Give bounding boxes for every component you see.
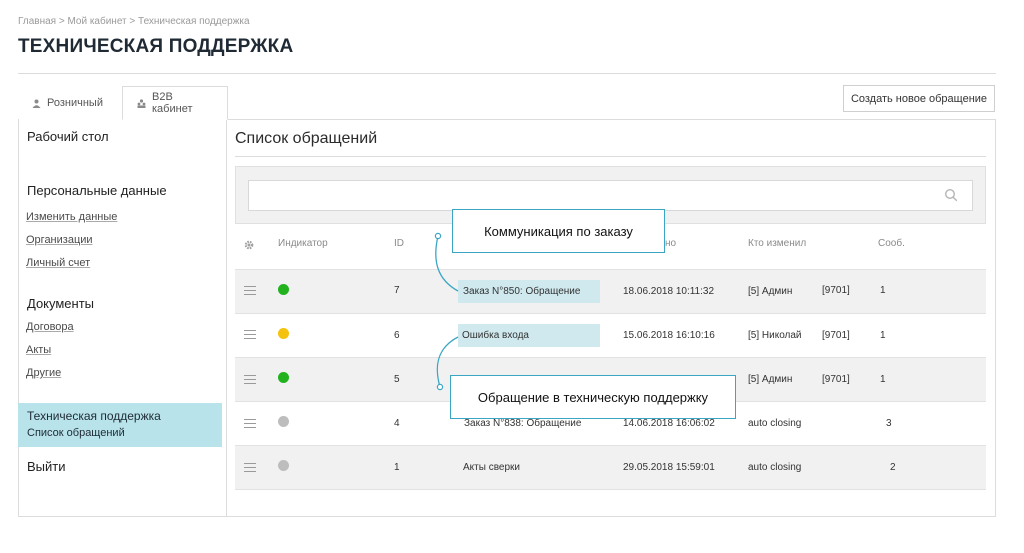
cell-subject[interactable]: Заказ N°850: Обращение — [463, 286, 580, 297]
sidebar-link-edit-data[interactable]: Изменить данные — [26, 211, 117, 223]
cell-date: 15.06.2018 16:10:16 — [623, 330, 715, 341]
table-row[interactable] — [235, 269, 986, 313]
status-indicator-gray — [278, 416, 289, 427]
search-icon[interactable] — [944, 188, 958, 202]
cell-subject[interactable]: Ошибка входа — [462, 330, 529, 341]
divider — [235, 489, 986, 490]
drag-handle-icon[interactable] — [244, 463, 256, 472]
status-indicator-yellow — [278, 328, 289, 339]
create-ticket-button[interactable]: Создать новое обращение — [843, 85, 995, 112]
divider — [235, 357, 986, 358]
drag-handle-icon[interactable] — [244, 330, 256, 339]
sidebar-section-personal: Персональные данные — [27, 183, 167, 198]
drag-handle-icon[interactable] — [244, 286, 256, 295]
cell-subject[interactable]: Заказ N°838: Обращение — [464, 418, 581, 429]
cell-date: 18.06.2018 10:11:32 — [623, 286, 715, 297]
cell-date: 14.06.2018 16:06:02 — [623, 418, 715, 429]
callout-support-request: Обращение в техническую поддержку — [450, 375, 736, 419]
gear-icon[interactable] — [243, 238, 255, 250]
drag-handle-icon[interactable] — [244, 419, 256, 428]
cell-who: auto closing — [748, 418, 802, 429]
sidebar-link-acts[interactable]: Акты — [26, 344, 51, 356]
drag-handle-icon[interactable] — [244, 375, 256, 384]
status-indicator-gray — [278, 460, 289, 471]
cell-id: 5 — [394, 374, 400, 385]
divider — [228, 119, 996, 120]
table-row[interactable] — [235, 445, 986, 489]
divider — [235, 269, 986, 270]
cell-who: [5] Николай — [748, 330, 802, 341]
cell-who: [5] Админ — [748, 286, 793, 297]
sidebar-item-support-label: Техническая поддержка — [27, 409, 161, 423]
cell-count: 1 — [880, 330, 886, 341]
divider — [235, 156, 986, 157]
callout-order-communication: Коммуникация по заказу — [452, 209, 665, 253]
sidebar-item-logout[interactable]: Выйти — [27, 459, 66, 474]
sidebar-link-contracts[interactable]: Договора — [26, 321, 74, 333]
cell-count: 2 — [890, 462, 896, 473]
page-title: ТЕХНИЧЕСКАЯ ПОДДЕРЖКА — [18, 36, 294, 57]
sidebar-item-desktop[interactable]: Рабочий стол — [27, 129, 109, 144]
cell-date: 29.05.2018 15:59:01 — [623, 462, 715, 473]
column-header-messages[interactable]: Сооб. — [878, 238, 905, 249]
column-header-changed[interactable]: но — [665, 238, 676, 249]
tab-label: B2B кабинет — [152, 91, 193, 115]
cell-who: [5] Админ — [748, 374, 793, 385]
cell-count: 3 — [886, 418, 892, 429]
sidebar-item-ticket-list[interactable]: Список обращений — [27, 427, 125, 439]
group-icon — [137, 98, 146, 108]
cell-id: 7 — [394, 285, 400, 296]
column-header-id[interactable]: ID — [394, 238, 404, 249]
cell-subject[interactable]: Акты сверки — [463, 462, 520, 473]
divider — [18, 73, 996, 74]
person-icon — [32, 99, 41, 108]
divider — [235, 445, 986, 446]
list-title: Список обращений — [235, 130, 378, 147]
cell-count: 1 — [880, 285, 886, 296]
divider — [235, 313, 986, 314]
tab-b2b[interactable]: B2B кабинет — [122, 86, 228, 120]
table-row[interactable] — [235, 313, 986, 357]
cell-code: [9701] — [822, 330, 850, 341]
cell-who: auto closing — [748, 462, 802, 473]
sidebar-link-account[interactable]: Личный счет — [26, 257, 90, 269]
sidebar-link-other[interactable]: Другие — [26, 367, 61, 379]
tab-retail[interactable]: Розничный — [18, 86, 122, 120]
column-header-who-changed[interactable]: Кто изменил — [748, 238, 806, 249]
cell-id: 6 — [394, 330, 400, 341]
status-indicator-green — [278, 284, 289, 295]
column-header-indicator[interactable]: Индикатор — [278, 238, 328, 249]
cell-count: 1 — [880, 374, 886, 385]
cell-id: 1 — [394, 462, 400, 473]
sidebar-link-organizations[interactable]: Организации — [26, 234, 93, 246]
active-arrow — [210, 403, 222, 447]
tab-label: Розничный — [47, 97, 103, 109]
divider — [226, 119, 227, 517]
cell-id: 4 — [394, 418, 400, 429]
cell-code: [9701] — [822, 285, 850, 296]
search-input[interactable] — [248, 180, 973, 211]
status-indicator-green — [278, 372, 289, 383]
breadcrumb[interactable]: Главная > Мой кабинет > Техническая подд… — [18, 16, 250, 27]
sidebar-section-documents: Документы — [27, 296, 95, 311]
cell-code: [9701] — [822, 374, 850, 385]
